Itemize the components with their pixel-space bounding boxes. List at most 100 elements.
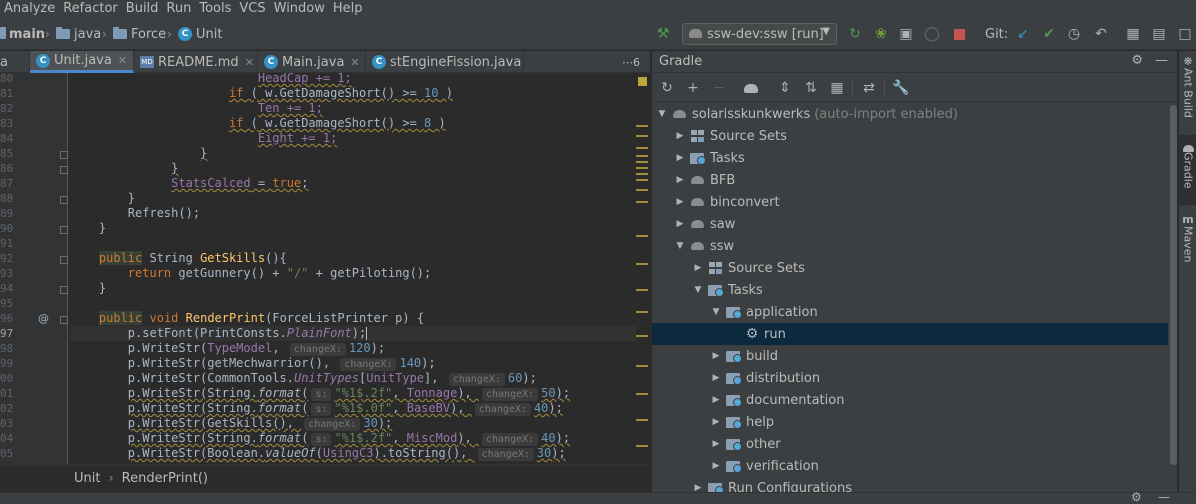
fold-marker[interactable] — [60, 286, 68, 294]
breadcrumb-module[interactable]: main — [0, 18, 45, 50]
menu-window[interactable]: Window — [270, 1, 329, 17]
tree-node[interactable]: ▼ application — [652, 301, 1177, 323]
tree-node[interactable]: ▶ build — [652, 345, 1177, 367]
tree-node[interactable]: ▶ Tasks — [652, 147, 1177, 169]
collapse-arrow-icon[interactable]: ▶ — [710, 351, 722, 361]
warning-marker[interactable] — [636, 125, 648, 127]
collapse-arrow-icon[interactable]: ▶ — [692, 263, 704, 273]
tree-node[interactable]: ▼ Tasks — [652, 279, 1177, 301]
breadcrumb-method[interactable]: RenderPrint() — [122, 471, 208, 486]
collapse-arrow-icon[interactable]: ▶ — [710, 461, 722, 471]
run-configuration-select[interactable]: ssw-dev:ssw [run] ▼ — [682, 23, 837, 45]
tree-scrollbar[interactable] — [1168, 103, 1177, 492]
menu-build[interactable]: Build — [122, 1, 163, 17]
warning-marker[interactable] — [636, 135, 648, 137]
terminal-icon[interactable]: ▤ — [1150, 25, 1168, 43]
tree-node[interactable]: ▶ distribution — [652, 367, 1177, 389]
gear-icon[interactable]: ⚙ — [1131, 490, 1142, 504]
tab-unit-java[interactable]: C Unit.java ✕ — [30, 51, 134, 73]
refresh-icon[interactable]: ↻ — [658, 79, 676, 97]
override-annotation-icon[interactable]: @ — [38, 311, 49, 326]
scrollbar-thumb[interactable] — [1170, 105, 1177, 465]
tool-tab-maven[interactable]: m Maven — [1179, 213, 1196, 273]
close-icon[interactable]: ✕ — [350, 56, 359, 69]
collapse-arrow-icon[interactable]: ▶ — [710, 439, 722, 449]
tool-tab-gradle[interactable]: Gradle — [1179, 135, 1196, 205]
tree-node[interactable]: ▶ other — [652, 433, 1177, 455]
build-hammer-icon[interactable]: ⚒ — [654, 25, 672, 43]
expand-arrow-icon[interactable]: ▼ — [692, 285, 704, 295]
expand-arrow-icon[interactable]: ▼ — [710, 307, 722, 317]
remove-icon[interactable]: − — [710, 79, 728, 97]
expand-all-icon[interactable]: ⇕ — [776, 79, 794, 97]
execute-task-elephant-icon[interactable] — [742, 79, 760, 97]
tree-node[interactable]: ▶ documentation — [652, 389, 1177, 411]
expand-arrow-icon[interactable]: ▼ — [674, 241, 686, 251]
git-update-icon[interactable]: ↙ — [1014, 25, 1032, 43]
menu-vcs[interactable]: VCS — [235, 1, 269, 17]
wrench-settings-icon[interactable]: 🔧 — [892, 79, 910, 97]
warning-marker[interactable] — [636, 155, 648, 157]
tree-node[interactable]: ▶ verification — [652, 455, 1177, 477]
collapse-arrow-icon[interactable]: ▶ — [674, 153, 686, 163]
warning-marker[interactable] — [636, 147, 648, 149]
history-clock-icon[interactable]: ◷ — [1065, 25, 1083, 43]
tool-tab-ant-build[interactable]: ❋ Ant Build — [1179, 55, 1196, 131]
toggle-offline-icon[interactable]: ⇄ — [860, 79, 878, 97]
breadcrumb-class[interactable]: C Unit — [178, 18, 222, 50]
warning-marker[interactable] — [636, 201, 648, 203]
minimize-icon[interactable]: — — [1158, 490, 1170, 504]
minimize-icon[interactable]: — — [1155, 53, 1168, 68]
editor-gutter[interactable]: 80 81 82 83 84 85 86 87 88 89 90 91 92 9… — [0, 73, 68, 464]
close-icon[interactable]: ✕ — [118, 54, 127, 67]
fold-marker[interactable] — [60, 316, 68, 324]
collapse-arrow-icon[interactable]: ▶ — [710, 373, 722, 383]
tree-node[interactable]: ▶ saw — [652, 213, 1177, 235]
tree-node[interactable]: ▶ Source Sets — [652, 125, 1177, 147]
tab-engine-fission-java[interactable]: C stEngineFission.java — [366, 51, 524, 73]
coverage-icon[interactable]: ▣ — [897, 25, 915, 43]
rerun-icon[interactable]: ↻ — [846, 25, 864, 43]
menu-analyze[interactable]: Analyze — [0, 1, 59, 17]
warning-marker[interactable] — [636, 365, 648, 367]
link-gradle-project-icon[interactable]: ▦ — [828, 79, 846, 97]
debug-bug-icon[interactable]: ❀ — [872, 25, 890, 43]
tab-readme-md[interactable]: MD README.md ✕ — [134, 51, 258, 73]
fold-marker[interactable] — [60, 166, 68, 174]
tree-node[interactable]: ▶ Source Sets — [652, 257, 1177, 279]
editor-error-stripe[interactable] — [636, 73, 650, 464]
tab-partial[interactable]: a — [0, 51, 30, 73]
collapse-arrow-icon[interactable]: ▶ — [692, 483, 704, 492]
warning-marker[interactable] — [636, 393, 648, 395]
warning-marker[interactable] — [636, 189, 648, 191]
collapse-arrow-icon[interactable]: ▶ — [674, 175, 686, 185]
tree-node[interactable]: ▶ Run Configurations — [652, 477, 1177, 492]
warning-marker[interactable] — [636, 311, 648, 313]
tab-main-java[interactable]: C Main.java ✕ — [258, 51, 366, 73]
warning-marker[interactable] — [636, 235, 648, 237]
menu-tools[interactable]: Tools — [195, 1, 235, 17]
git-commit-check-icon[interactable]: ✔ — [1040, 25, 1058, 43]
breadcrumb-package[interactable]: Force — [113, 18, 166, 50]
gear-icon[interactable]: ⚙ — [1131, 53, 1143, 68]
warning-marker[interactable] — [636, 173, 648, 175]
tree-node[interactable]: ▶ binconvert — [652, 191, 1177, 213]
close-icon[interactable]: ✕ — [245, 56, 254, 69]
profile-icon[interactable]: ◯ — [923, 25, 941, 43]
collapse-arrow-icon[interactable]: ▶ — [674, 197, 686, 207]
menu-help[interactable]: Help — [329, 1, 367, 17]
revert-icon[interactable]: ↶ — [1092, 25, 1110, 43]
tree-node[interactable]: ▶ help — [652, 411, 1177, 433]
warning-marker[interactable] — [636, 179, 648, 181]
stop-icon[interactable] — [950, 25, 968, 43]
gradle-project-tree[interactable]: ▼ solarisskunkwerks (auto-import enabled… — [652, 103, 1177, 492]
collapse-arrow-icon[interactable]: ▶ — [710, 417, 722, 427]
fold-marker[interactable] — [60, 196, 68, 204]
warning-marker[interactable] — [636, 289, 648, 291]
fold-marker[interactable] — [60, 256, 68, 264]
warning-marker[interactable] — [636, 335, 648, 337]
breadcrumb-folder[interactable]: java — [56, 18, 101, 50]
tree-node[interactable]: ▼ ssw — [652, 235, 1177, 257]
expand-arrow-icon[interactable]: ▼ — [656, 109, 668, 119]
collapse-all-icon[interactable]: ⇅ — [802, 79, 820, 97]
